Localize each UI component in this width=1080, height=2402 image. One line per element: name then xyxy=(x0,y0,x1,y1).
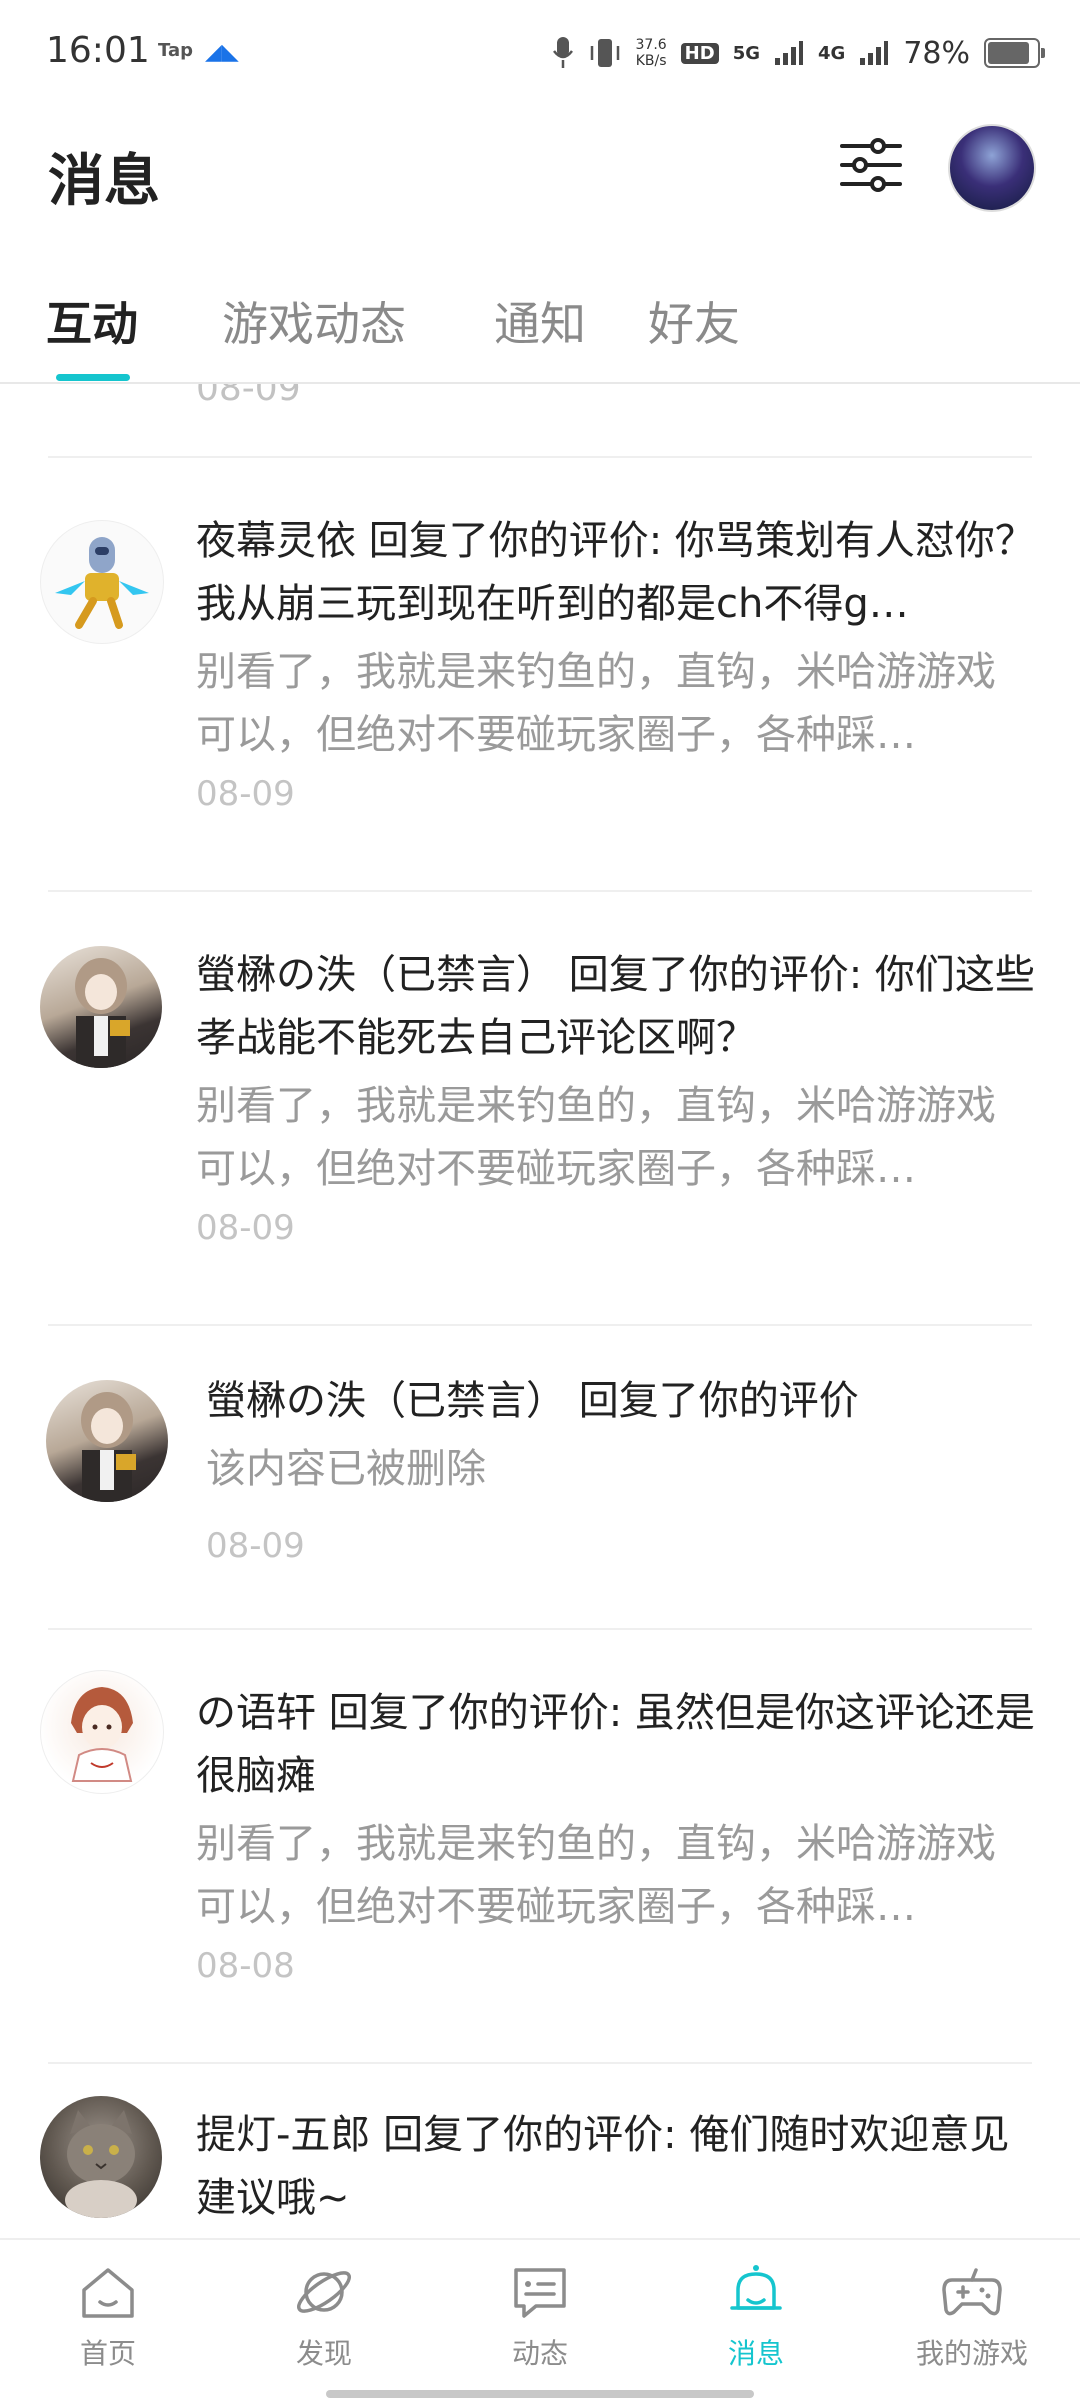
signal-bars-icon xyxy=(860,41,889,65)
microphone-icon xyxy=(552,37,573,68)
nav-messages[interactable]: 消息 xyxy=(666,2260,846,2372)
network-speed-value: 37.6 xyxy=(635,37,667,53)
network-speed-unit: KB/s xyxy=(635,53,667,69)
planet-icon xyxy=(297,2271,351,2313)
user-avatar[interactable] xyxy=(948,124,1036,212)
nav-feed[interactable]: 动态 xyxy=(450,2260,630,2372)
chat-icon xyxy=(514,2268,566,2318)
nav-feed-label: 动态 xyxy=(511,2337,568,2370)
filter-settings-icon[interactable] xyxy=(838,132,904,198)
message-headline: 螢楙の泆（已禁言） 回复了你的评价: 你们这些孝战能不能死去自己评论区啊？ xyxy=(196,952,1035,1061)
list-item[interactable]: 螢楙の泆（已禁言） 回复了你的评价: 你们这些孝战能不能死去自己评论区啊？ 别看… xyxy=(0,892,1080,1324)
nav-discover-label: 发现 xyxy=(295,2337,352,2370)
robot-character-icon xyxy=(55,537,149,629)
list-item[interactable]: 提灯-五郎 回复了你的评价: 俺们随时欢迎意见建议哦~ xyxy=(0,2064,1080,2238)
avatar[interactable] xyxy=(40,520,164,644)
message-date: 08-09 xyxy=(196,1208,295,1248)
tab-interaction[interactable]: 互动 xyxy=(46,288,138,354)
tab-notifications[interactable]: 通知 xyxy=(494,288,586,354)
message-headline: 提灯-五郎 回复了你的评价: 俺们随时欢迎意见建议哦~ xyxy=(196,2112,1010,2221)
battery-percent: 78% xyxy=(903,35,970,71)
tap-wave-icon: ◢◣ xyxy=(205,40,239,65)
status-icons: 37.6 KB/s HD 5G 4G 78% xyxy=(552,30,1045,76)
status-bar: 16:01 Tap ◢◣ 37.6 KB/s HD 5G 4G 78% xyxy=(0,0,1080,110)
nav-my-games-label: 我的游戏 xyxy=(915,2337,1028,2370)
message-date: 08-08 xyxy=(196,1946,295,1986)
anime-girl-icon xyxy=(81,1392,136,1502)
avatar[interactable] xyxy=(46,1380,168,1502)
gamepad-icon xyxy=(942,2268,1002,2316)
signal-4g-icon: 4G xyxy=(818,42,846,64)
list-item[interactable]: の语轩 回复了你的评价: 虽然但是你这评论还是很脑瘫 别看了，我就是来钓鱼的，直… xyxy=(0,1630,1080,2062)
anime-girl-icon xyxy=(75,958,130,1068)
home-icon xyxy=(82,2268,134,2318)
signal-5g-icon: 5G xyxy=(732,42,760,64)
message-list[interactable]: 08-09 夜幕灵依 回复了你的评价: 你骂策划有人怼你？我从崩三玩到现在听到的… xyxy=(0,384,1080,2238)
sketch-girl-icon xyxy=(71,1687,133,1782)
home-indicator[interactable] xyxy=(326,2390,754,2398)
nav-home-label: 首页 xyxy=(79,2337,136,2370)
message-quote: 别看了，我就是来钓鱼的，直钩，米哈游游戏可以，但绝对不要碰玩家圈子，各种踩… xyxy=(196,649,996,758)
signal-bars-icon xyxy=(775,41,803,65)
tab-game-updates[interactable]: 游戏动态 xyxy=(222,288,406,354)
bottom-navigation: 首页 发现 动态 消息 我的游戏 xyxy=(0,2238,1080,2402)
battery-level xyxy=(988,42,1029,64)
message-date: 08-09 xyxy=(196,774,295,814)
page-header: 消息 xyxy=(0,110,1080,230)
cat-icon xyxy=(65,2110,137,2218)
status-time: 16:01 xyxy=(46,30,150,71)
message-quote: 别看了，我就是来钓鱼的，直钩，米哈游游戏可以，但绝对不要碰玩家圈子，各种踩… xyxy=(196,1821,996,1930)
message-headline: 夜幕灵依 回复了你的评价: 你骂策划有人怼你？我从崩三玩到现在听到的都是ch不得… xyxy=(196,518,1035,627)
message-headline: 螢楙の泆（已禁言） 回复了你的评价 xyxy=(206,1378,859,1424)
message-date: 08-09 xyxy=(206,1526,305,1566)
tab-friends[interactable]: 好友 xyxy=(648,288,740,354)
message-quote: 别看了，我就是来钓鱼的，直钩，米哈游游戏可以，但绝对不要碰玩家圈子，各种踩… xyxy=(196,1083,996,1192)
avatar[interactable] xyxy=(40,946,162,1068)
nav-my-games[interactable]: 我的游戏 xyxy=(882,2260,1062,2372)
message-tabs: 互动 游戏动态 通知 好友 xyxy=(0,270,1080,384)
message-headline: の语轩 回复了你的评价: 虽然但是你这评论还是很脑瘫 xyxy=(196,1690,1035,1799)
battery-icon xyxy=(984,38,1045,68)
nav-discover[interactable]: 发现 xyxy=(234,2260,414,2372)
tap-app-icon: Tap xyxy=(158,40,193,61)
message-quote: 该内容已被删除 xyxy=(206,1446,486,1492)
bell-icon xyxy=(730,2265,782,2310)
page-title: 消息 xyxy=(48,149,160,214)
message-date: 08-09 xyxy=(196,384,301,409)
list-item[interactable]: 螢楙の泆（已禁言） 回复了你的评价 该内容已被删除 08-09 xyxy=(0,1326,1080,1626)
avatar[interactable] xyxy=(40,1670,164,1794)
vibrate-icon xyxy=(590,39,619,67)
list-item[interactable]: 夜幕灵依 回复了你的评价: 你骂策划有人怼你？我从崩三玩到现在听到的都是ch不得… xyxy=(0,458,1080,890)
nav-messages-label: 消息 xyxy=(727,2337,784,2370)
tab-active-indicator xyxy=(56,374,130,381)
avatar[interactable] xyxy=(40,2096,162,2218)
network-speed: 37.6 KB/s xyxy=(636,37,667,69)
hd-icon: HD xyxy=(680,42,719,64)
nav-home[interactable]: 首页 xyxy=(18,2260,198,2372)
